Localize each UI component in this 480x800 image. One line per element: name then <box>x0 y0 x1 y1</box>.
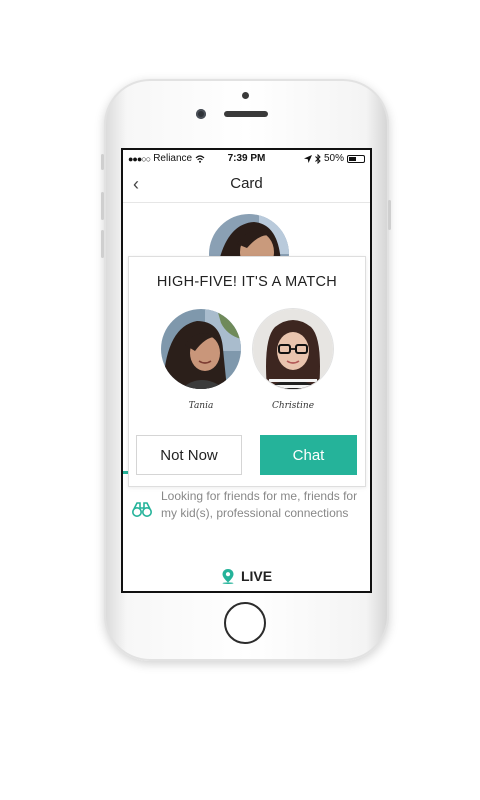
signature-right: Christine <box>271 401 315 411</box>
battery-icon <box>347 154 365 163</box>
mute-switch <box>101 154 104 170</box>
match-dialog: HIGH-FIVE! IT'S A MATCH Tania Christine … <box>128 256 366 487</box>
live-label: LIVE <box>240 568 273 584</box>
volume-down-button <box>101 230 104 258</box>
power-button <box>388 200 391 230</box>
match-avatar-left <box>161 309 241 389</box>
match-title: HIGH-FIVE! IT'S A MATCH <box>156 274 338 290</box>
location-arrow-icon <box>303 154 312 163</box>
status-bar: ●●●○○ Reliance 7:39 PM 50% <box>123 150 370 168</box>
looking-for-section: Looking for friends for me, friends for … <box>131 488 367 522</box>
not-now-button[interactable]: Not Now <box>136 435 242 475</box>
live-status: LIVE <box>123 568 370 584</box>
home-button[interactable] <box>224 602 266 644</box>
volume-up-button <box>101 192 104 220</box>
earpiece-speaker <box>224 111 268 117</box>
signature-left: Tania <box>188 401 214 411</box>
looking-for-text: Looking for friends for me, friends for … <box>161 489 358 520</box>
binoculars-icon <box>132 502 152 517</box>
bluetooth-icon <box>315 153 321 164</box>
match-avatar-right <box>253 309 333 389</box>
front-camera <box>196 109 206 119</box>
chat-button[interactable]: Chat <box>260 435 357 475</box>
location-pin-icon <box>222 569 234 584</box>
page-title: Card <box>230 175 263 192</box>
nav-bar: ‹ Card <box>123 168 370 203</box>
proximity-sensor <box>242 92 249 99</box>
battery-percent: 50% <box>323 153 344 164</box>
